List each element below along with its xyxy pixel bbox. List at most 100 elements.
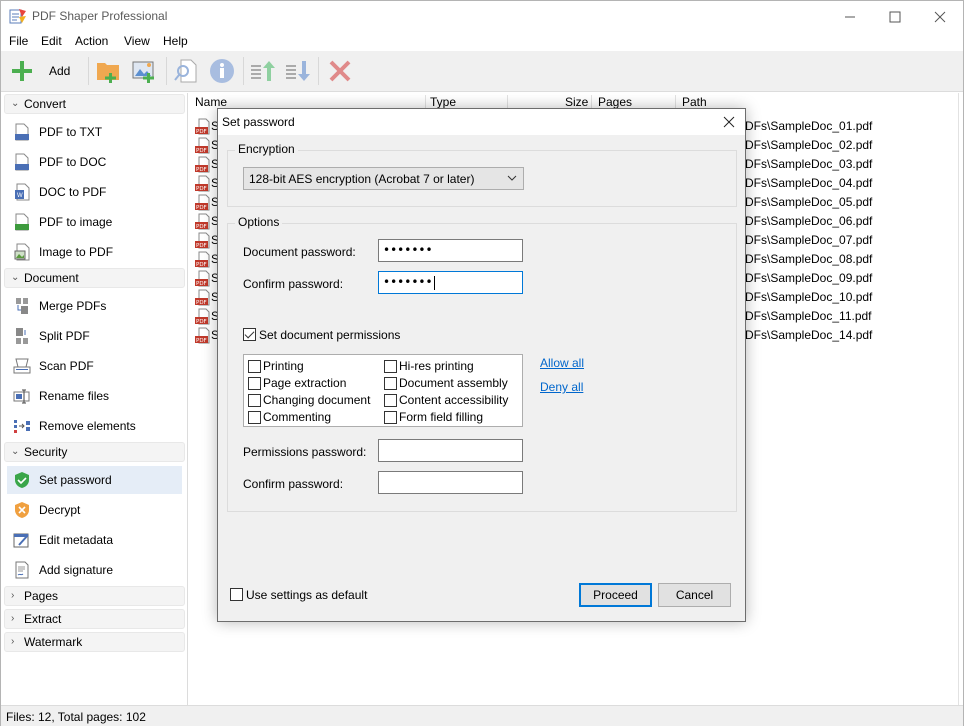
sidebar-item-pdf-to-doc[interactable]: PDF to DOC bbox=[7, 148, 182, 176]
move-down-icon[interactable] bbox=[285, 58, 311, 84]
permissions-confirm-label: Confirm password: bbox=[243, 477, 344, 491]
file-path: DFs\SampleDoc_01.pdf bbox=[745, 119, 873, 133]
word-file-icon: W bbox=[15, 183, 30, 201]
sidebar-item-label: Remove elements bbox=[39, 419, 136, 433]
minimize-button[interactable] bbox=[827, 1, 873, 32]
add-label: Add bbox=[49, 64, 71, 78]
group-convert[interactable]: ⌄ Convert bbox=[4, 94, 185, 114]
group-label: Watermark bbox=[24, 635, 83, 649]
sidebar-item-label: PDF to DOC bbox=[39, 155, 107, 169]
permission-document-assembly-checkbox[interactable] bbox=[384, 377, 397, 390]
sidebar-item-doc-to-pdf[interactable]: W DOC to PDF bbox=[7, 178, 182, 206]
scanner-icon bbox=[13, 358, 31, 374]
permission-content-accessibility-checkbox[interactable] bbox=[384, 394, 397, 407]
options-legend: Options bbox=[235, 215, 283, 229]
menu-action[interactable]: Action bbox=[75, 34, 108, 48]
sidebar-item-label: Add signature bbox=[39, 563, 114, 577]
sidebar-item-label: Split PDF bbox=[39, 329, 90, 343]
chevron-down-icon: ⌄ bbox=[11, 98, 20, 109]
sidebar-item-label: Scan PDF bbox=[39, 359, 94, 373]
scrollbar-track[interactable] bbox=[958, 93, 959, 705]
permission-label: Hi-res printing bbox=[399, 359, 474, 373]
group-document[interactable]: ⌄ Document bbox=[4, 268, 185, 288]
use-default-checkbox[interactable] bbox=[230, 588, 243, 601]
toolbar-separator bbox=[243, 57, 244, 85]
sidebar-item-image-to-pdf[interactable]: Image to PDF bbox=[7, 238, 182, 266]
permissions-list: Printing Page extraction Changing docume… bbox=[243, 354, 523, 427]
preview-icon[interactable] bbox=[173, 58, 199, 84]
document-password-input[interactable]: ••••••• bbox=[378, 239, 523, 262]
encryption-select[interactable]: 128-bit AES encryption (Acrobat 7 or lat… bbox=[243, 167, 524, 190]
txt-file-icon bbox=[15, 123, 29, 141]
permission-form-field-filling-checkbox[interactable] bbox=[384, 411, 397, 424]
group-label: Security bbox=[24, 445, 68, 459]
document-password-value: ••••••• bbox=[383, 243, 433, 257]
permissions-password-label: Permissions password: bbox=[243, 445, 367, 459]
sidebar-item-remove-elements[interactable]: Remove elements bbox=[7, 412, 182, 440]
toolbar-separator bbox=[318, 57, 319, 85]
pdf-file-icon: PDF bbox=[195, 270, 210, 287]
text-caret bbox=[433, 275, 435, 290]
permissions-password-input[interactable] bbox=[378, 439, 523, 462]
group-pages[interactable]: › Pages bbox=[4, 586, 185, 606]
split-icon bbox=[16, 328, 28, 344]
sidebar-item-edit-metadata[interactable]: Edit metadata bbox=[7, 526, 182, 554]
add-image-icon[interactable] bbox=[132, 58, 158, 84]
add-button[interactable]: Add bbox=[5, 55, 81, 87]
permission-page-extraction-checkbox[interactable] bbox=[248, 377, 261, 390]
add-icon bbox=[12, 61, 32, 81]
doc-file-icon bbox=[15, 153, 29, 171]
file-path: DFs\SampleDoc_03.pdf bbox=[745, 157, 873, 171]
group-security[interactable]: ⌄ Security bbox=[4, 442, 185, 462]
file-path: DFs\SampleDoc_04.pdf bbox=[745, 176, 873, 190]
maximize-button[interactable] bbox=[872, 1, 918, 32]
allow-all-link[interactable]: Allow all bbox=[540, 356, 584, 370]
sidebar-item-scan-pdf[interactable]: Scan PDF bbox=[7, 352, 182, 380]
pdf-file-icon: PDF bbox=[195, 118, 210, 135]
deny-all-link[interactable]: Deny all bbox=[540, 380, 583, 394]
permission-printing-checkbox[interactable] bbox=[248, 360, 261, 373]
menu-edit[interactable]: Edit bbox=[41, 34, 62, 48]
dialog-close-button[interactable] bbox=[718, 112, 740, 132]
set-permissions-checkbox[interactable] bbox=[243, 328, 256, 341]
confirm-password-label: Confirm password: bbox=[243, 277, 344, 291]
chevron-right-icon: › bbox=[11, 613, 15, 624]
sidebar-item-pdf-to-image[interactable]: PDF to image bbox=[7, 208, 182, 236]
chevron-right-icon: › bbox=[11, 590, 15, 601]
sidebar-item-rename-files[interactable]: Rename files bbox=[7, 382, 182, 410]
document-password-label: Document password: bbox=[243, 245, 356, 259]
sidebar-item-merge-pdfs[interactable]: Merge PDFs bbox=[7, 292, 182, 320]
proceed-button[interactable]: Proceed bbox=[579, 583, 652, 607]
remove-icon[interactable] bbox=[327, 58, 353, 84]
status-bar: Files: 12, Total pages: 102 bbox=[1, 705, 963, 726]
permission-commenting-checkbox[interactable] bbox=[248, 411, 261, 424]
permission-hires-printing-checkbox[interactable] bbox=[384, 360, 397, 373]
maximize-icon bbox=[889, 11, 901, 22]
cancel-button[interactable]: Cancel bbox=[658, 583, 731, 607]
menu-file[interactable]: File bbox=[9, 34, 28, 48]
sidebar-item-decrypt[interactable]: Decrypt bbox=[7, 496, 182, 524]
menu-bar: File Edit Action View Help bbox=[1, 32, 963, 51]
menu-view[interactable]: View bbox=[124, 34, 150, 48]
group-extract[interactable]: › Extract bbox=[4, 609, 185, 629]
sidebar-item-split-pdf[interactable]: Split PDF bbox=[7, 322, 182, 350]
window-title: PDF Shaper Professional bbox=[32, 9, 168, 23]
toolbar: Add bbox=[1, 51, 963, 92]
permissions-confirm-input[interactable] bbox=[378, 471, 523, 494]
menu-help[interactable]: Help bbox=[163, 34, 188, 48]
svg-text:PDF: PDF bbox=[196, 186, 207, 192]
add-folder-icon[interactable] bbox=[96, 58, 122, 84]
permission-label: Printing bbox=[263, 359, 304, 373]
confirm-password-input[interactable]: ••••••• bbox=[378, 271, 523, 294]
move-up-icon[interactable] bbox=[250, 58, 276, 84]
sidebar-item-add-signature[interactable]: Add signature bbox=[7, 556, 182, 584]
file-path: DFs\SampleDoc_07.pdf bbox=[745, 233, 873, 247]
encryption-selected-value: 128-bit AES encryption (Acrobat 7 or lat… bbox=[249, 172, 475, 186]
group-watermark[interactable]: › Watermark bbox=[4, 632, 185, 652]
permission-changing-document-checkbox[interactable] bbox=[248, 394, 261, 407]
sidebar-item-set-password[interactable]: Set password bbox=[7, 466, 182, 494]
permission-label: Document assembly bbox=[399, 376, 508, 390]
close-button[interactable] bbox=[917, 1, 963, 32]
info-icon[interactable] bbox=[209, 58, 235, 84]
sidebar-item-pdf-to-txt[interactable]: PDF to TXT bbox=[7, 118, 182, 146]
